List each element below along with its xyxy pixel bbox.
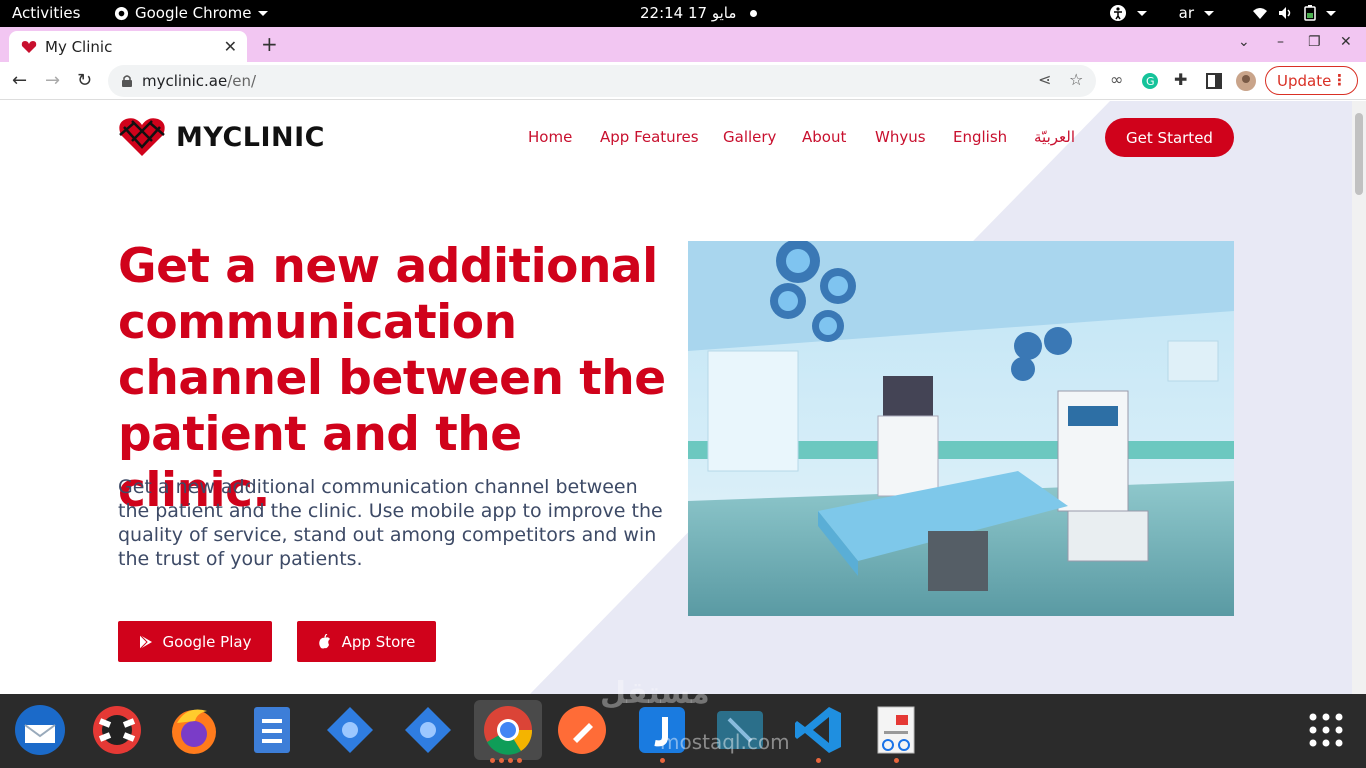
myclinic-logo-icon xyxy=(119,118,165,156)
extension-glasses-icon[interactable]: ∞ xyxy=(1110,70,1123,89)
dock-settings-2[interactable] xyxy=(398,700,458,760)
browser-toolbar: ← → ↻ myclinic.ae/en/ ⋖ ☆ ∞ G ✚ Update ⋮ xyxy=(0,62,1366,100)
bookmark-star-icon[interactable]: ☆ xyxy=(1069,70,1083,89)
show-applications-button[interactable] xyxy=(1296,700,1356,760)
logo-text: MYCLINIC xyxy=(176,121,325,153)
postman-icon xyxy=(558,706,606,754)
forward-icon[interactable]: → xyxy=(45,70,60,91)
tab-strip: My Clinic ✕ xyxy=(0,27,1366,62)
svg-text:G: G xyxy=(1146,75,1155,88)
system-top-bar: Activities Google Chrome 22:14 17 مايو a… xyxy=(0,0,1366,27)
accessibility-icon[interactable] xyxy=(1109,4,1127,22)
running-indicator xyxy=(894,758,899,763)
wifi-icon xyxy=(1253,8,1267,19)
language-indicator[interactable]: ar xyxy=(1179,4,1194,22)
volume-icon xyxy=(1279,7,1291,19)
update-label: Update xyxy=(1277,71,1332,90)
system-tray[interactable]: ar xyxy=(1109,4,1336,22)
chevron-down-icon xyxy=(257,10,268,16)
show-apps-icon xyxy=(1309,713,1343,747)
app-name: Google Chrome xyxy=(135,4,252,22)
lock-icon[interactable] xyxy=(122,75,132,87)
dock-document-viewer[interactable] xyxy=(866,700,926,763)
settings-icon-2 xyxy=(405,707,451,753)
side-panel-icon[interactable] xyxy=(1206,73,1222,89)
nav-english[interactable]: English xyxy=(953,128,1007,146)
extensions-puzzle-icon[interactable]: ✚ xyxy=(1174,70,1187,89)
grammarly-icon[interactable]: G xyxy=(1141,72,1159,90)
app-store-button[interactable]: App Store xyxy=(297,621,436,662)
maximize-icon[interactable]: ❐ xyxy=(1308,34,1321,50)
tab-title: My Clinic xyxy=(45,37,113,56)
url-host: myclinic.ae xyxy=(142,72,228,90)
dock-files[interactable] xyxy=(242,700,302,760)
running-indicator xyxy=(517,758,522,763)
clock-text: 22:14 17 مايو xyxy=(640,4,737,22)
chevron-down-icon xyxy=(1204,10,1214,16)
notification-dot xyxy=(750,9,758,17)
reload-icon[interactable]: ↻ xyxy=(77,70,92,91)
files-icon xyxy=(254,707,290,753)
chevron-down-icon xyxy=(1136,10,1147,16)
nav-arabic[interactable]: العربيّة xyxy=(1034,128,1075,146)
activities-button[interactable]: Activities xyxy=(12,4,80,22)
tab-my-clinic[interactable]: My Clinic ✕ xyxy=(9,31,247,62)
firefox-icon xyxy=(172,709,216,754)
watermark-latin: mostaql.com xyxy=(660,730,790,754)
google-play-label: Google Play xyxy=(162,632,252,651)
myclinic-favicon-icon xyxy=(21,40,37,53)
tab-search-icon[interactable]: ⌄ xyxy=(1238,34,1250,50)
site-logo[interactable]: MYCLINIC xyxy=(118,117,325,157)
get-started-button[interactable]: Get Started xyxy=(1105,118,1234,157)
thunderbird-icon xyxy=(15,705,65,755)
running-indicator xyxy=(499,758,504,763)
more-menu-icon[interactable]: ⋮ xyxy=(1332,71,1347,89)
clock[interactable]: 22:14 17 مايو xyxy=(640,4,758,22)
page-scrollbar[interactable] xyxy=(1352,101,1366,694)
web-page: MYCLINIC Home App Features Gallery About… xyxy=(0,101,1352,694)
url-path: /en/ xyxy=(227,72,257,90)
minimize-icon[interactable]: – xyxy=(1277,34,1284,50)
document-viewer-icon xyxy=(877,706,915,754)
update-button[interactable]: Update ⋮ xyxy=(1265,66,1358,95)
profile-avatar[interactable] xyxy=(1235,70,1257,92)
google-play-icon xyxy=(139,634,152,649)
close-window-icon[interactable]: ✕ xyxy=(1340,34,1352,50)
battery-icon xyxy=(1304,5,1316,21)
app-menu[interactable]: Google Chrome xyxy=(114,4,268,22)
app-store-label: App Store xyxy=(341,632,416,651)
chrome-icon xyxy=(114,6,129,20)
dock-settings[interactable] xyxy=(320,700,380,760)
settings-icon xyxy=(327,707,373,753)
running-indicator xyxy=(490,758,495,763)
back-icon[interactable]: ← xyxy=(12,70,27,91)
chrome-icon xyxy=(484,706,533,755)
nav-gallery[interactable]: Gallery xyxy=(723,128,776,146)
chevron-down-icon xyxy=(1326,10,1336,16)
nav-whyus[interactable]: Whyus xyxy=(875,128,926,146)
hero-subtitle: Get a new additional communication chann… xyxy=(118,476,663,570)
running-indicator xyxy=(660,758,665,763)
dock-firefox[interactable] xyxy=(164,700,224,760)
running-indicator xyxy=(508,758,513,763)
operating-room-photo xyxy=(688,241,1234,616)
nav-about[interactable]: About xyxy=(802,128,846,146)
address-bar[interactable]: myclinic.ae/en/ xyxy=(108,65,1096,97)
dock-chrome[interactable] xyxy=(474,700,542,763)
running-indicator xyxy=(816,758,821,763)
nav-app-features[interactable]: App Features xyxy=(600,128,699,146)
new-tab-button[interactable]: + xyxy=(261,32,278,56)
share-icon[interactable]: ⋖ xyxy=(1038,70,1051,89)
help-icon xyxy=(93,706,141,754)
dock-vscode[interactable] xyxy=(788,700,848,763)
dock-thunderbird[interactable] xyxy=(10,700,70,760)
nav-home[interactable]: Home xyxy=(528,128,572,146)
watermark-arabic: مستقل xyxy=(600,676,710,711)
scrollbar-thumb[interactable] xyxy=(1355,113,1363,195)
google-play-button[interactable]: Google Play xyxy=(118,621,272,662)
vscode-icon xyxy=(795,707,841,753)
close-tab-icon[interactable]: ✕ xyxy=(224,37,237,56)
apple-icon xyxy=(318,633,330,648)
dock-help[interactable] xyxy=(87,700,147,760)
